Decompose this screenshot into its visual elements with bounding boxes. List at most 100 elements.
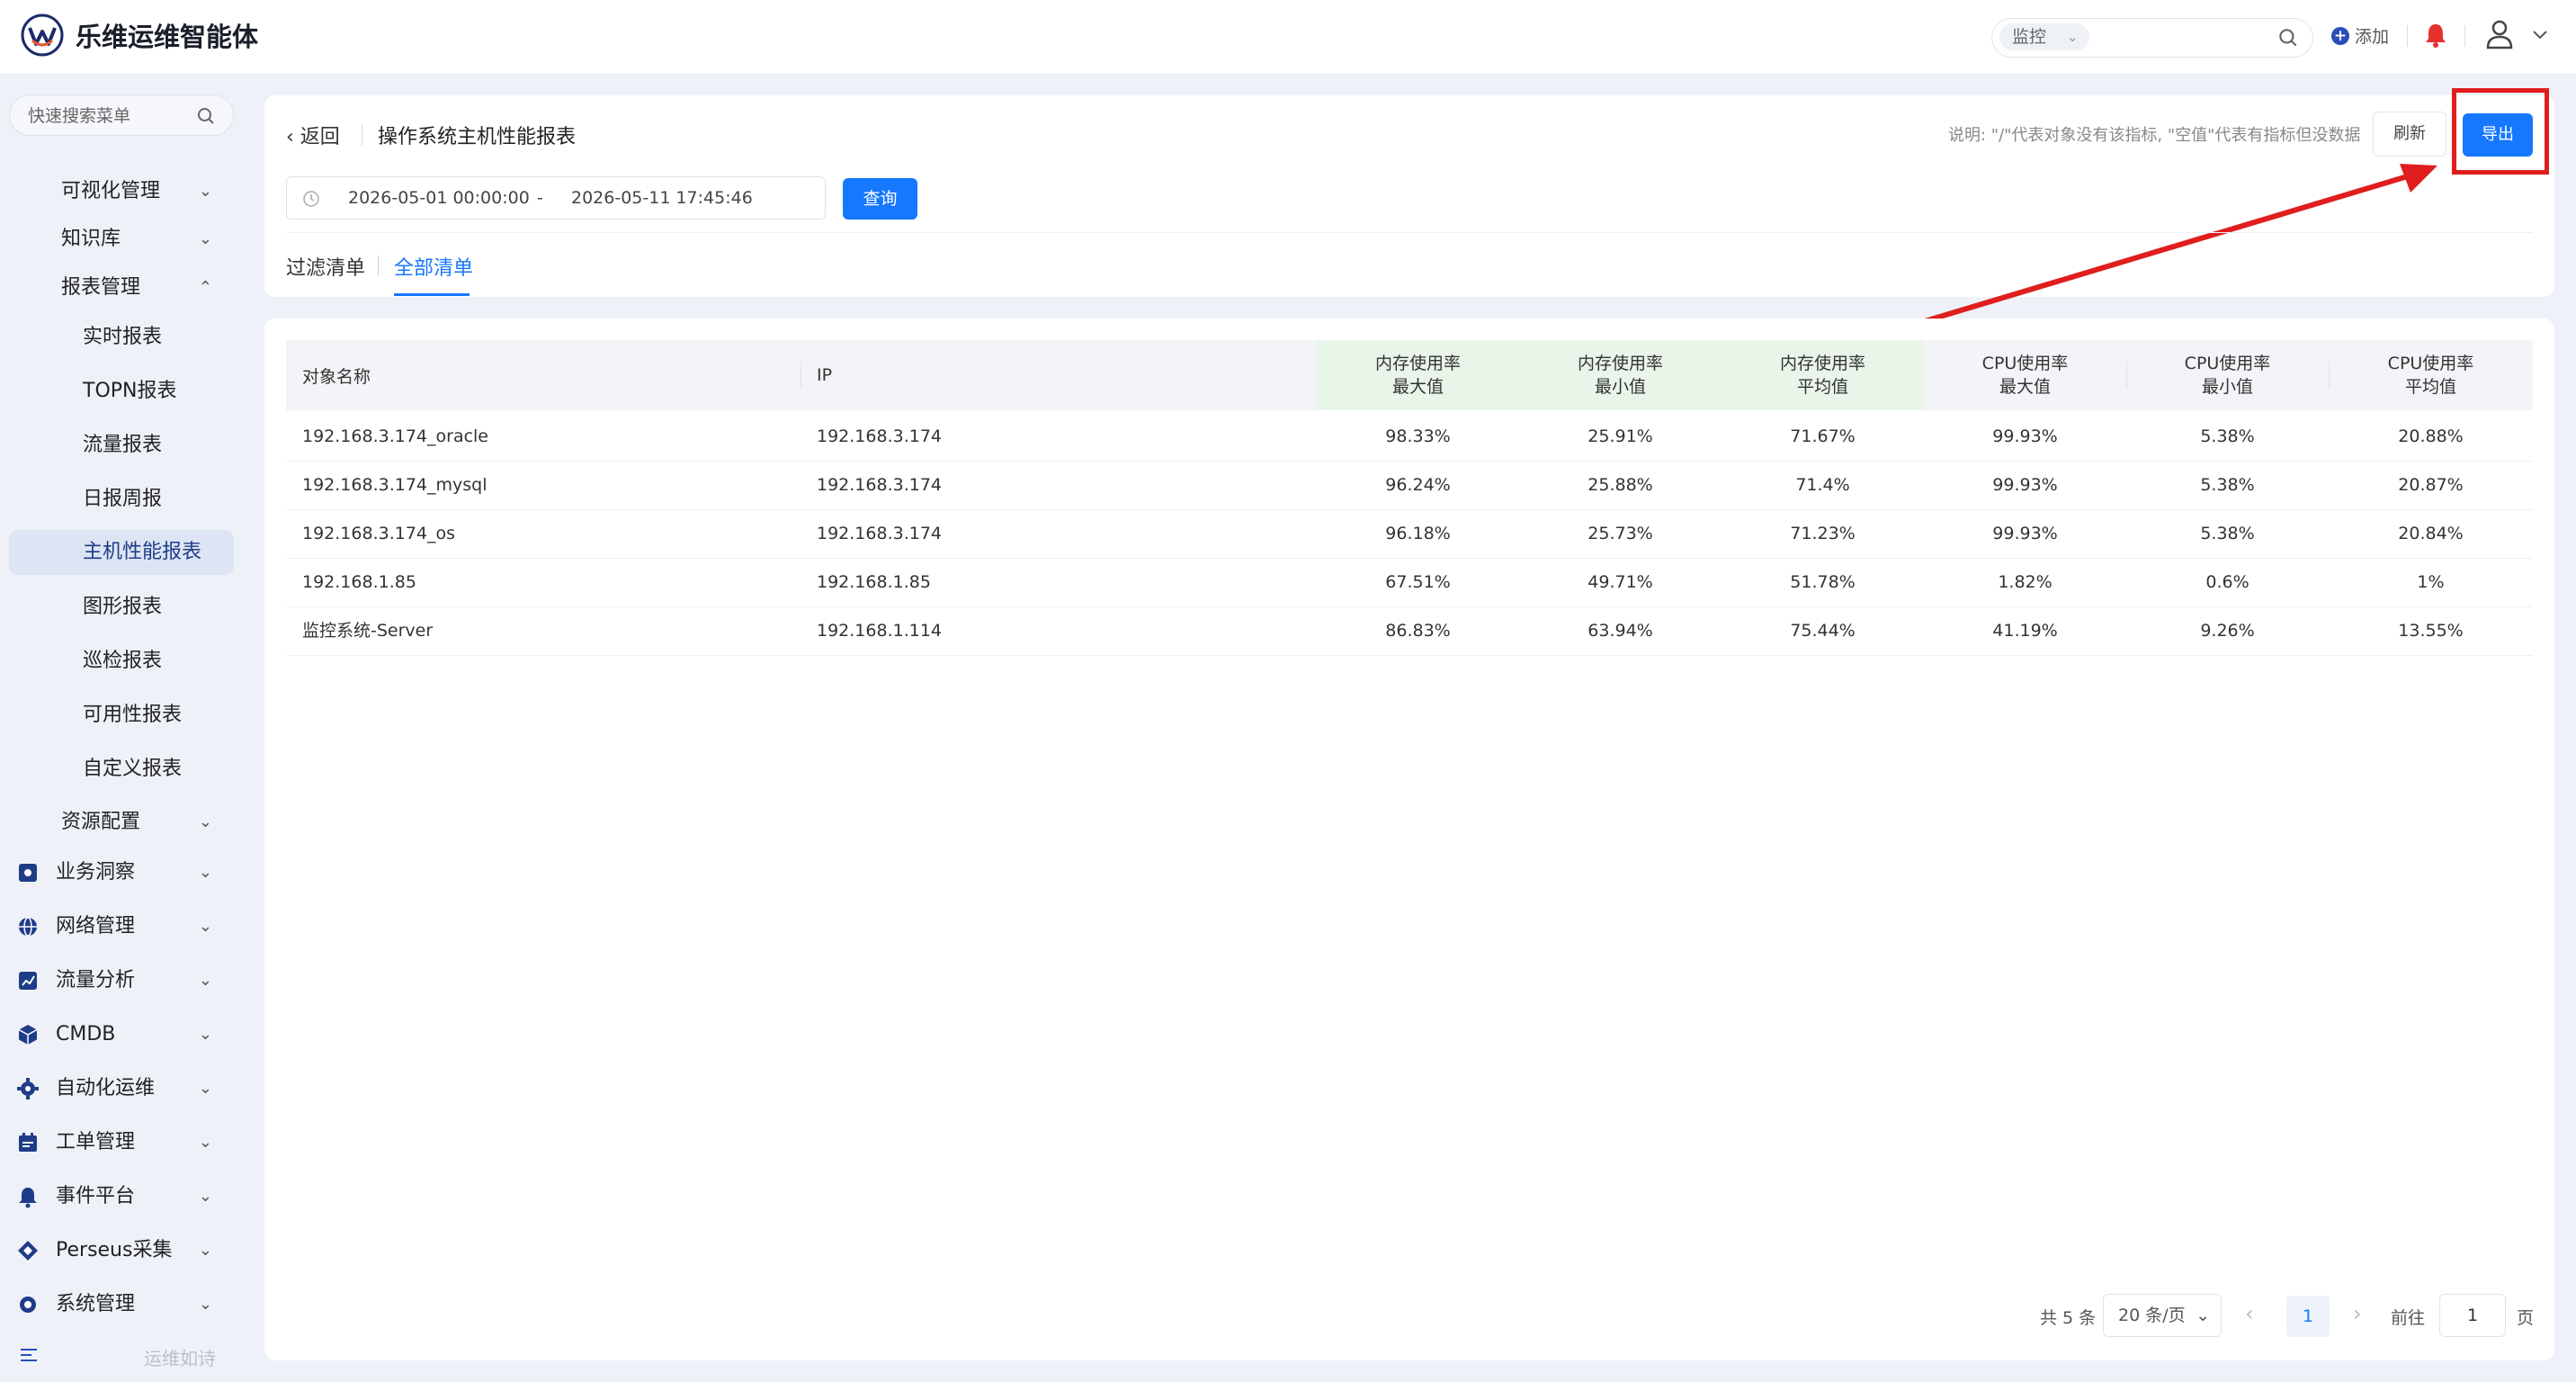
- page-number-current[interactable]: 1: [2286, 1296, 2330, 1337]
- global-search[interactable]: 监控 ⌄: [1991, 18, 2313, 58]
- cell-mem-max: 96.24%: [1385, 475, 1451, 495]
- sidebar-item-network-management[interactable]: 网络管理 ⌄: [16, 904, 212, 949]
- search-icon[interactable]: [2276, 26, 2300, 49]
- app-logo-icon: [21, 13, 64, 57]
- date-range-picker[interactable]: 2026-05-01 00:00:00 - 2026-05-11 17:45:4…: [286, 176, 826, 220]
- chevron-left-icon: ‹: [286, 126, 300, 148]
- goto-page-input[interactable]: [2439, 1294, 2506, 1337]
- add-label: 添加: [2355, 27, 2390, 47]
- sidebar-item-topn-report[interactable]: TOPN报表: [83, 369, 227, 414]
- sidebar-item-visualization[interactable]: 可视化管理 ⌄: [61, 169, 212, 214]
- cell-mem-avg: 71.67%: [1790, 426, 1856, 446]
- column-header-object-name[interactable]: 对象名称: [286, 340, 801, 410]
- user-avatar-icon[interactable]: [2484, 18, 2515, 50]
- column-header-mem-avg[interactable]: 内存使用率 平均值: [1722, 340, 1924, 410]
- chevron-down-icon: ⌄: [198, 812, 212, 831]
- cell-cpu-avg: 20.87%: [2398, 475, 2464, 495]
- cell-mem-max: 86.83%: [1385, 621, 1451, 641]
- table-row[interactable]: 192.168.1.85 192.168.1.85 67.51% 49.71% …: [286, 558, 2533, 607]
- search-icon[interactable]: [195, 105, 217, 127]
- tab-filter-list[interactable]: 过滤清单: [286, 252, 365, 281]
- cell-cpu-avg: 13.55%: [2398, 621, 2464, 641]
- table-row[interactable]: 192.168.3.174_os 192.168.3.174 96.18% 25…: [286, 509, 2533, 559]
- refresh-button[interactable]: 刷新: [2373, 112, 2446, 157]
- cell-ip: 192.168.3.174: [817, 475, 943, 495]
- search-scope-label: 监控: [2012, 27, 2047, 47]
- back-button[interactable]: ‹ 返回: [286, 121, 340, 149]
- sidebar-item-automation-ops[interactable]: 自动化运维 ⌄: [16, 1066, 212, 1111]
- chevron-down-icon: ⌄: [198, 229, 212, 248]
- sidebar-item-resource-config[interactable]: 资源配置 ⌄: [61, 800, 212, 845]
- pagination-total: 共 5 条: [2040, 1308, 2097, 1328]
- sidebar-item-ticket-management[interactable]: 工单管理 ⌄: [16, 1120, 212, 1165]
- sidebar-item-business-insight[interactable]: 业务洞察 ⌄: [16, 850, 212, 895]
- chevron-down-icon[interactable]: [2529, 23, 2551, 45]
- sidebar-item-system-management[interactable]: 系统管理 ⌄: [16, 1282, 212, 1327]
- prev-page-button[interactable]: ‹: [2245, 1301, 2254, 1326]
- start-date[interactable]: 2026-05-01 00:00:00: [348, 188, 530, 208]
- sidebar-item-event-platform[interactable]: 事件平台 ⌄: [16, 1174, 212, 1219]
- column-header-mem-min[interactable]: 内存使用率 最小值: [1519, 340, 1722, 410]
- sidebar-item-realtime-report[interactable]: 实时报表: [83, 315, 227, 360]
- next-page-button[interactable]: ›: [2353, 1301, 2362, 1326]
- page-unit-label: 页: [2517, 1308, 2535, 1328]
- sidebar-item-custom-report[interactable]: 自定义报表: [83, 747, 227, 792]
- table-row[interactable]: 监控系统-Server 192.168.1.114 86.83% 63.94% …: [286, 606, 2533, 656]
- menu-search[interactable]: [9, 94, 234, 136]
- active-tab-indicator: [394, 293, 470, 296]
- sidebar-item-traffic-analysis[interactable]: 流量分析 ⌄: [16, 958, 212, 1003]
- column-header-cpu-max[interactable]: CPU使用率 最大值: [1924, 340, 2126, 410]
- page-size-select[interactable]: 20 条/页 ⌄: [2103, 1294, 2222, 1337]
- end-date[interactable]: 2026-05-11 17:45:46: [571, 188, 753, 208]
- diamond-icon: [18, 1241, 38, 1261]
- notification-bell-icon[interactable]: [2423, 22, 2448, 49]
- footer-slogan: 运维如诗: [144, 1348, 216, 1369]
- sidebar-item-daily-weekly-report[interactable]: 日报周报: [83, 477, 227, 522]
- table-row[interactable]: 192.168.3.174_oracle 192.168.3.174 98.33…: [286, 412, 2533, 462]
- cell-object-name: 192.168.3.174_os: [302, 524, 456, 543]
- column-header-mem-max[interactable]: 内存使用率 最大值: [1317, 340, 1519, 410]
- sidebar-item-graph-report[interactable]: 图形报表: [83, 585, 227, 630]
- top-bar: 乐维运维智能体 监控 ⌄ + 添加: [0, 0, 2576, 75]
- brand[interactable]: 乐维运维智能体: [20, 13, 258, 58]
- cell-ip: 192.168.3.174: [817, 426, 943, 446]
- cell-cpu-max: 99.93%: [1992, 475, 2058, 495]
- legend-note: 说明: "/"代表对象没有该指标, "空值"代表有指标但没数据: [1948, 126, 2361, 145]
- menu-collapse-icon[interactable]: [18, 1344, 40, 1366]
- query-button[interactable]: 查询: [843, 178, 917, 220]
- chevron-down-icon: ⌄: [2066, 28, 2079, 45]
- app-title: 乐维运维智能体: [76, 22, 259, 52]
- cell-object-name: 192.168.3.174_oracle: [302, 426, 488, 446]
- cell-mem-min: 25.88%: [1588, 475, 1653, 495]
- menu-search-input[interactable]: [26, 103, 192, 129]
- add-button[interactable]: + 添加: [2331, 23, 2389, 48]
- cell-mem-avg: 75.44%: [1790, 621, 1856, 641]
- cell-mem-max: 67.51%: [1385, 572, 1451, 592]
- sidebar-item-inspection-report[interactable]: 巡检报表: [83, 639, 227, 684]
- column-header-ip[interactable]: IP: [801, 340, 1315, 410]
- search-scope-select[interactable]: 监控 ⌄: [1999, 23, 2089, 50]
- cell-cpu-min: 0.6%: [2205, 572, 2250, 592]
- sidebar-item-availability-report[interactable]: 可用性报表: [83, 693, 227, 738]
- column-header-cpu-avg[interactable]: CPU使用率 平均值: [2329, 340, 2533, 410]
- chevron-down-icon: ⌄: [198, 917, 212, 936]
- cell-cpu-avg: 20.88%: [2398, 426, 2464, 446]
- annotation-arrow: [1915, 164, 2437, 327]
- cell-mem-min: 49.71%: [1588, 572, 1653, 592]
- cell-object-name: 192.168.3.174_mysql: [302, 475, 487, 495]
- chevron-up-icon: ⌃: [198, 278, 212, 297]
- sidebar-item-cmdb[interactable]: CMDB ⌄: [16, 1012, 212, 1057]
- column-header-cpu-min[interactable]: CPU使用率 最小值: [2126, 340, 2329, 410]
- chevron-down-icon: ⌄: [198, 1241, 212, 1260]
- cell-cpu-min: 9.26%: [2200, 621, 2255, 641]
- chevron-down-icon: ⌄: [198, 971, 212, 990]
- table-row[interactable]: 192.168.3.174_mysql 192.168.3.174 96.24%…: [286, 461, 2533, 510]
- sidebar-item-host-performance-report[interactable]: 主机性能报表: [9, 530, 234, 575]
- tab-all-list[interactable]: 全部清单: [394, 252, 473, 281]
- sidebar-item-perseus-collect[interactable]: Perseus采集 ⌄: [16, 1228, 212, 1273]
- sidebar-item-knowledge-base[interactable]: 知识库 ⌄: [61, 217, 212, 262]
- sidebar-item-traffic-report[interactable]: 流量报表: [83, 423, 227, 468]
- sidebar-item-report-management[interactable]: 报表管理 ⌃: [61, 265, 212, 310]
- cell-mem-max: 96.18%: [1385, 524, 1451, 543]
- chevron-down-icon: ⌄: [198, 1295, 212, 1314]
